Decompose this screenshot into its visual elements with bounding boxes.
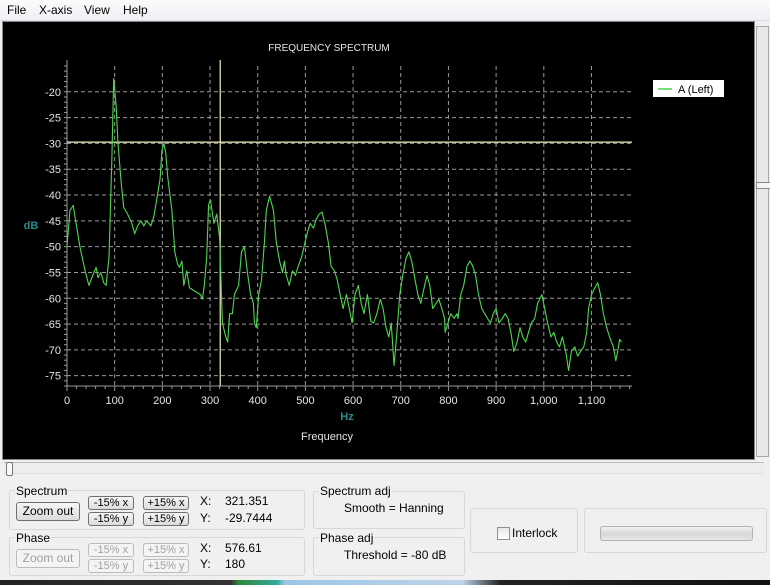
y-tick-label: -45 bbox=[45, 216, 61, 228]
x-tick-label: 800 bbox=[439, 395, 457, 407]
spectrum-zoom-out-button[interactable]: Zoom out bbox=[16, 502, 80, 521]
interlock-checkbox[interactable] bbox=[497, 527, 510, 540]
horizontal-slider-thumb[interactable] bbox=[6, 462, 13, 476]
menu-bar: File X-axis View Help bbox=[0, 0, 770, 21]
interlock-label[interactable]: Interlock bbox=[512, 526, 557, 540]
y-tick-label: -50 bbox=[45, 242, 61, 254]
chart-title: FREQUENCY SPECTRUM bbox=[268, 43, 390, 54]
x-tick-label: 1,000 bbox=[530, 395, 558, 407]
x-tick-label: 300 bbox=[201, 395, 219, 407]
axes bbox=[64, 60, 632, 391]
vertical-slider-thumb[interactable] bbox=[756, 182, 770, 189]
spectrum-x-label: X: bbox=[200, 494, 212, 508]
y-tick-label: -20 bbox=[45, 87, 61, 99]
x-tick-label: 200 bbox=[153, 395, 171, 407]
taskbar-strip bbox=[0, 580, 770, 585]
x-tick-label: 1,100 bbox=[578, 395, 606, 407]
spectrum-y-value: -29.7444 bbox=[225, 511, 273, 525]
menu-file[interactable]: File bbox=[7, 3, 26, 17]
y-tick-label: -55 bbox=[45, 267, 61, 279]
spectrum-minus-x-button[interactable]: -15% x bbox=[88, 496, 134, 510]
y-tick-label: -75 bbox=[45, 371, 61, 383]
phase-minus-x-button[interactable]: -15% x bbox=[88, 543, 134, 557]
phase-x-value: 576.61 bbox=[225, 541, 262, 555]
spectrum-adj-value: Smooth = Hanning bbox=[344, 501, 444, 515]
y-tick-label: -60 bbox=[45, 293, 61, 305]
x-tick-label: 700 bbox=[392, 395, 410, 407]
phase-group-label: Phase bbox=[15, 531, 52, 545]
spectrum-y-label: Y: bbox=[200, 511, 211, 525]
spectrum-group-label: Spectrum bbox=[15, 484, 69, 498]
grid bbox=[66, 66, 632, 386]
phase-adj-value: Threshold = -80 dB bbox=[344, 548, 447, 562]
y-tick-label: -25 bbox=[45, 113, 61, 125]
y-tick-label: -35 bbox=[45, 164, 61, 176]
phase-plus-y-button[interactable]: +15% y bbox=[143, 559, 189, 573]
y-tick-label: -65 bbox=[45, 319, 61, 331]
y-axis-label: dB bbox=[24, 220, 39, 232]
legend-label: A (Left) bbox=[678, 84, 713, 96]
vertical-slider[interactable] bbox=[756, 26, 770, 457]
y-tick-label: -70 bbox=[45, 345, 61, 357]
x-tick-label: 500 bbox=[296, 395, 314, 407]
spectrum-x-value: 321.351 bbox=[225, 494, 269, 508]
y-tick-label: -30 bbox=[45, 138, 61, 150]
spectrum-plot-panel[interactable]: FREQUENCY SPECTRUM -20 -25 -30 -35 -40 -45 -50… bbox=[2, 21, 755, 460]
x-tick-label: 0 bbox=[64, 395, 70, 407]
menu-x-axis[interactable]: X-axis bbox=[39, 3, 72, 17]
x-axis-label: Frequency bbox=[301, 431, 353, 443]
phase-zoom-out-button[interactable]: Zoom out bbox=[16, 549, 80, 568]
x-tick-labels: 0 100 200 300 400 500 600 700 800 900 1,000 1,100 bbox=[64, 395, 605, 407]
x-axis-unit-label: Hz bbox=[340, 411, 354, 423]
spectrum-minus-y-button[interactable]: -15% y bbox=[88, 512, 134, 526]
menu-view[interactable]: View bbox=[84, 3, 110, 17]
phase-plus-x-button[interactable]: +15% x bbox=[143, 543, 189, 557]
menu-help[interactable]: Help bbox=[123, 3, 148, 17]
phase-adj-label: Phase adj bbox=[319, 531, 375, 545]
y-tick-labels: -20 -25 -30 -35 -40 -45 -50 -55 -60 -65 -70 -75 bbox=[45, 87, 61, 383]
spectrum-adj-label: Spectrum adj bbox=[319, 484, 392, 498]
x-tick-label: 100 bbox=[105, 395, 123, 407]
series-line-a-left bbox=[66, 77, 622, 372]
frequency-spectrum-chart[interactable]: FREQUENCY SPECTRUM -20 -25 -30 -35 -40 -45 -50… bbox=[3, 22, 754, 459]
spectrum-plus-y-button[interactable]: +15% y bbox=[143, 512, 189, 526]
progress-bar bbox=[600, 526, 753, 541]
x-tick-label: 900 bbox=[487, 395, 505, 407]
x-tick-label: 400 bbox=[249, 395, 267, 407]
phase-y-value: 180 bbox=[225, 557, 246, 571]
phase-x-label: X: bbox=[200, 541, 212, 555]
horizontal-slider[interactable] bbox=[4, 462, 764, 476]
spectrum-plus-x-button[interactable]: +15% x bbox=[143, 496, 189, 510]
series-group bbox=[66, 77, 622, 372]
phase-minus-y-button[interactable]: -15% y bbox=[88, 559, 134, 573]
legend: A (Left) bbox=[653, 80, 724, 97]
y-tick-label: -40 bbox=[45, 190, 61, 202]
phase-y-label: Y: bbox=[200, 557, 211, 571]
x-tick-label: 600 bbox=[344, 395, 362, 407]
